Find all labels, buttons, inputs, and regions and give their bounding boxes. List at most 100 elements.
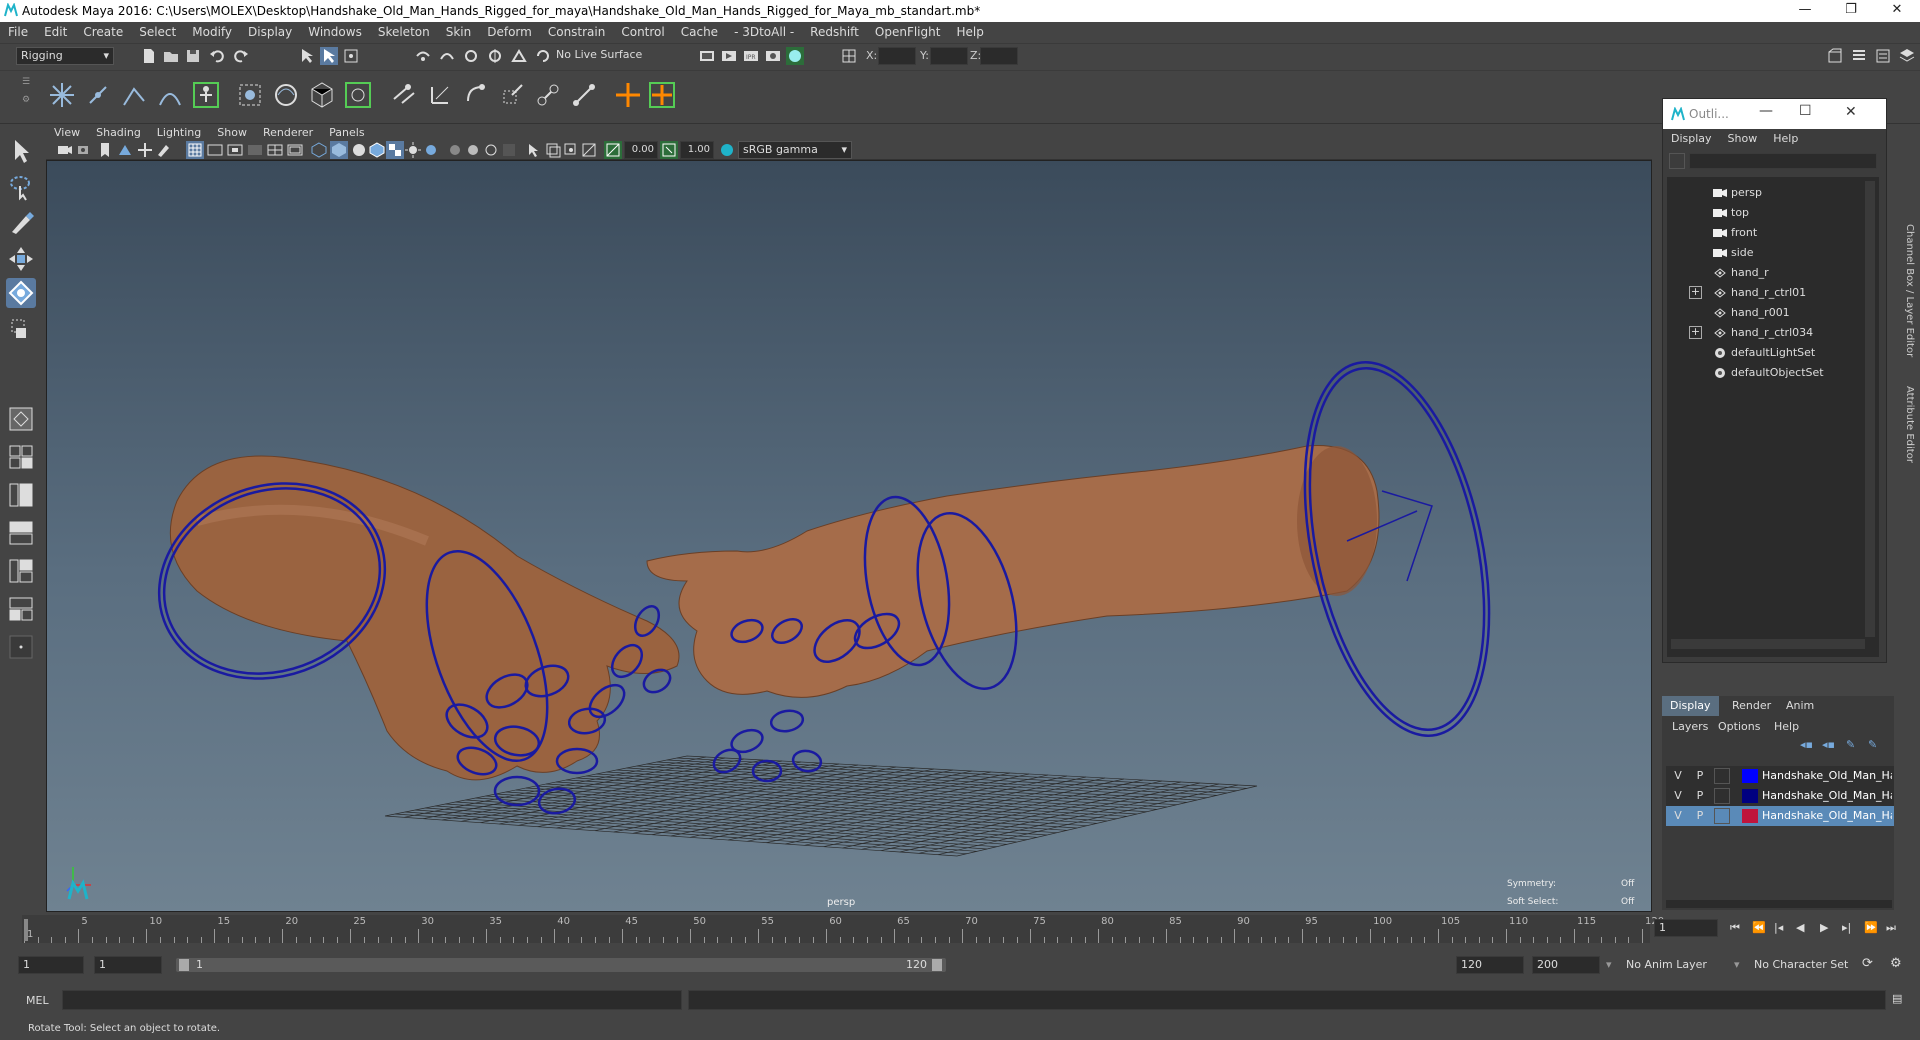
grid-toggle-icon[interactable] <box>186 141 204 159</box>
menu-display[interactable]: Display <box>240 22 300 39</box>
new-layer-selected-icon[interactable]: ✎ <box>1868 738 1877 751</box>
screen-space-ao-icon[interactable] <box>446 141 464 159</box>
y-field[interactable] <box>930 47 968 65</box>
channel-box-toggle-icon[interactable] <box>1898 47 1916 65</box>
render-frame-icon[interactable] <box>720 47 738 65</box>
layer-menu-options[interactable]: Options <box>1718 720 1760 733</box>
outliner-layout-icon[interactable] <box>6 594 36 624</box>
outliner-item-hand_r_ctrl034[interactable]: + hand_r_ctrl034 <box>1667 323 1867 343</box>
field-chart-icon[interactable] <box>266 141 284 159</box>
menu-deform[interactable]: Deform <box>479 22 540 39</box>
filter-icon[interactable] <box>1669 153 1685 169</box>
script-editor-icon[interactable]: ▤ <box>1892 992 1902 1005</box>
anti-aliasing-icon[interactable] <box>482 141 500 159</box>
humanik-icon[interactable] <box>190 79 222 111</box>
outliner-menu-show[interactable]: Show <box>1720 129 1766 148</box>
render-view-icon[interactable] <box>698 47 716 65</box>
paint-select-tool-icon[interactable] <box>6 208 36 238</box>
gate-mask-icon[interactable] <box>246 141 264 159</box>
restore-button[interactable]: ❐ <box>1828 0 1874 22</box>
playback-end-field[interactable]: 120 <box>1456 956 1524 974</box>
xray-components-icon[interactable] <box>580 141 598 159</box>
menu-3dtoall[interactable]: - 3DtoAll - <box>726 22 802 39</box>
layer-row[interactable]: V P Handshake_Old_Man_Han <box>1666 786 1894 806</box>
lasso-tool-icon[interactable] <box>6 172 36 202</box>
select-camera-icon[interactable] <box>56 141 74 159</box>
exposure-icon[interactable] <box>604 141 622 159</box>
rotate-tool-icon[interactable] <box>6 278 36 308</box>
step-back-frame-icon[interactable]: |◂ <box>1774 921 1783 934</box>
outliner-item-hand_r[interactable]: hand_r <box>1667 263 1867 283</box>
menu-control[interactable]: Control <box>613 22 672 39</box>
gamma-icon[interactable] <box>660 141 678 159</box>
panel-menu-shading[interactable]: Shading <box>88 124 149 141</box>
use-all-lights-icon[interactable] <box>404 141 422 159</box>
go-to-start-icon[interactable]: ⏮ <box>1730 921 1740 935</box>
character-set-dropdown[interactable]: No Character Set <box>1754 958 1848 971</box>
close-button[interactable]: ✕ <box>1874 0 1920 22</box>
undo-icon[interactable] <box>208 47 226 65</box>
panel-menu-view[interactable]: View <box>46 124 88 141</box>
snap-surface-icon[interactable] <box>510 47 528 65</box>
layer-tab-render[interactable]: Render <box>1724 696 1779 716</box>
color-management-icon[interactable] <box>718 141 736 159</box>
outliner-maximize-button[interactable]: ☐ <box>1799 103 1812 119</box>
orient-constraint-icon[interactable] <box>460 79 492 111</box>
wireframe-icon[interactable] <box>310 141 328 159</box>
play-forward-icon[interactable]: ▶ <box>1820 921 1828 934</box>
redo-icon[interactable] <box>232 47 250 65</box>
layer-type-toggle[interactable] <box>1714 788 1730 804</box>
smooth-shade-icon[interactable] <box>330 141 348 159</box>
menu-cache[interactable]: Cache <box>673 22 726 39</box>
lattice-icon[interactable] <box>306 79 338 111</box>
perspective-viewport[interactable]: persp Symmetry: Off Soft Select: Off <box>46 160 1652 912</box>
bookmark-icon[interactable] <box>96 141 114 159</box>
outliner-h-scrollbar[interactable] <box>1671 639 1865 649</box>
input-mode-icon[interactable] <box>840 47 858 65</box>
ipr-render-icon[interactable]: IPR <box>742 47 760 65</box>
cluster-icon[interactable] <box>342 79 374 111</box>
shadows-icon[interactable] <box>422 141 440 159</box>
outliner-item-front[interactable]: front <box>1667 223 1867 243</box>
z-field[interactable] <box>980 47 1018 65</box>
exposure-field[interactable]: 0.00 <box>624 141 658 159</box>
aim-constraint-icon[interactable] <box>424 79 456 111</box>
shelf-menu-icon[interactable]: ☰ <box>22 77 30 87</box>
default-material-icon[interactable] <box>350 141 368 159</box>
render-settings-icon[interactable] <box>764 47 782 65</box>
motion-blur-icon[interactable] <box>464 141 482 159</box>
layer-menu-layers[interactable]: Layers <box>1672 720 1708 733</box>
menu-help[interactable]: Help <box>948 22 991 39</box>
select-component-icon[interactable] <box>342 47 360 65</box>
locator-box-icon[interactable] <box>646 79 678 111</box>
colorspace-dropdown[interactable]: sRGB gamma ▾ <box>738 141 852 159</box>
outliner-item-defaultLightSet[interactable]: defaultLightSet <box>1667 343 1867 363</box>
snap-grid-icon[interactable] <box>414 47 432 65</box>
layer-tab-anim[interactable]: Anim <box>1778 696 1822 716</box>
range-start-handle[interactable] <box>179 959 189 971</box>
menu-windows[interactable]: Windows <box>300 22 370 39</box>
layout-options-icon[interactable] <box>6 632 36 662</box>
expand-icon[interactable]: + <box>1689 286 1702 299</box>
panel-menu-renderer[interactable]: Renderer <box>255 124 321 141</box>
layer-playback-toggle[interactable]: P <box>1692 768 1708 784</box>
menu-constrain[interactable]: Constrain <box>540 22 614 39</box>
panel-menu-show[interactable]: Show <box>209 124 255 141</box>
menu-redshift[interactable]: Redshift <box>802 22 867 39</box>
scale-constraint-icon[interactable] <box>496 79 528 111</box>
hypershade-icon[interactable] <box>786 47 804 65</box>
layer-visibility-toggle[interactable]: V <box>1670 808 1686 824</box>
select-object-icon[interactable] <box>320 47 338 65</box>
outliner-search-input[interactable] <box>1689 153 1877 169</box>
playback-start-field[interactable]: 1 <box>94 956 162 974</box>
panel-menu-panels[interactable]: Panels <box>321 124 372 141</box>
image-plane-icon[interactable] <box>116 141 134 159</box>
anim-layer-dropdown[interactable]: No Anim Layer <box>1626 958 1707 971</box>
menu-file[interactable]: File <box>0 22 36 39</box>
outliner-item-hand_r_ctrl01[interactable]: + hand_r_ctrl01 <box>1667 283 1867 303</box>
layer-visibility-toggle[interactable]: V <box>1670 768 1686 784</box>
grease-pencil-icon[interactable] <box>154 141 172 159</box>
layer-type-toggle[interactable] <box>1714 768 1730 784</box>
animation-start-field[interactable]: 1 <box>18 956 84 974</box>
menu-modify[interactable]: Modify <box>184 22 240 39</box>
